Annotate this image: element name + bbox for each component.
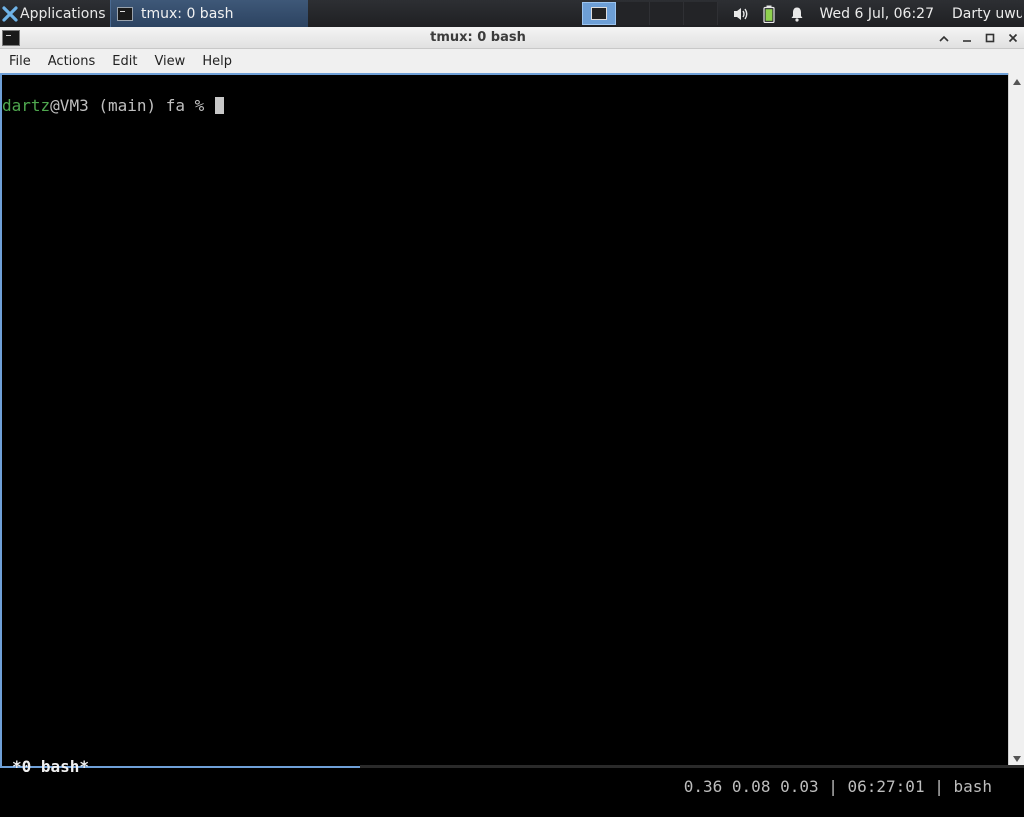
prompt-user: dartz bbox=[2, 96, 51, 115]
battery-icon[interactable] bbox=[760, 5, 778, 23]
menubar: File Actions Edit View Help bbox=[0, 49, 1024, 73]
tmux-window-list[interactable]: *0 bash* bbox=[12, 757, 89, 777]
system-tray: Wed 6 Jul, 06:27 Darty uwu bbox=[732, 0, 1024, 27]
shade-icon[interactable] bbox=[932, 27, 955, 49]
text-cursor bbox=[214, 97, 224, 114]
workspace-1[interactable] bbox=[581, 2, 616, 25]
window-titlebar[interactable]: tmux: 0 bash bbox=[0, 27, 1024, 49]
applications-menu-button[interactable]: Applications ⋮ bbox=[0, 0, 110, 27]
tmux-status-bar: *0 bash* 0.36 0.08 0.03 | 06:27:01 | bas… bbox=[2, 737, 1008, 796]
menu-view[interactable]: View bbox=[145, 54, 193, 69]
clock[interactable]: Wed 6 Jul, 06:27 bbox=[820, 6, 934, 22]
scroll-up-arrow-icon[interactable] bbox=[1009, 75, 1024, 89]
taskbar-window-label: tmux: 0 bash bbox=[141, 5, 234, 22]
volume-icon[interactable] bbox=[732, 5, 750, 23]
menu-actions[interactable]: Actions bbox=[39, 54, 104, 69]
workspace-switcher[interactable] bbox=[581, 0, 718, 27]
applications-label: Applications bbox=[20, 5, 106, 22]
taskbar-window-button[interactable]: tmux: 0 bash bbox=[110, 0, 308, 27]
workspace-3[interactable] bbox=[649, 2, 684, 25]
workspace-2[interactable] bbox=[615, 2, 650, 25]
terminal-scrollbar[interactable] bbox=[1008, 73, 1024, 768]
prompt-line: dartz@VM3 (main) fa % bbox=[2, 96, 224, 116]
menu-help[interactable]: Help bbox=[193, 54, 240, 69]
minimize-icon[interactable] bbox=[955, 27, 978, 49]
terminal-frame: dartz@VM3 (main) fa % *0 bash* 0.36 0.08… bbox=[0, 73, 1024, 796]
top-panel: Applications ⋮ tmux: 0 bash bbox=[0, 0, 1024, 27]
xfce-logo-icon bbox=[2, 5, 18, 22]
prompt-host-path: @VM3 (main) fa % bbox=[50, 96, 214, 115]
workspace-4[interactable] bbox=[683, 2, 718, 25]
menu-file[interactable]: File bbox=[0, 54, 39, 69]
panel-spacer bbox=[308, 0, 582, 27]
notification-bell-icon[interactable] bbox=[788, 5, 806, 23]
scroll-down-arrow-icon[interactable] bbox=[1009, 752, 1024, 766]
window-controls bbox=[932, 27, 1024, 49]
terminal-icon bbox=[590, 7, 607, 20]
user-menu[interactable]: Darty uwu bbox=[952, 6, 1022, 22]
window-title: tmux: 0 bash bbox=[430, 30, 526, 45]
terminal-area[interactable]: dartz@VM3 (main) fa % *0 bash* 0.36 0.08… bbox=[2, 75, 1008, 796]
terminal-icon bbox=[117, 6, 133, 21]
close-icon[interactable] bbox=[1001, 27, 1024, 49]
maximize-icon[interactable] bbox=[978, 27, 1001, 49]
tmux-status-right: 0.36 0.08 0.03 | 06:27:01 | bash bbox=[683, 777, 992, 796]
menu-edit[interactable]: Edit bbox=[103, 54, 145, 69]
